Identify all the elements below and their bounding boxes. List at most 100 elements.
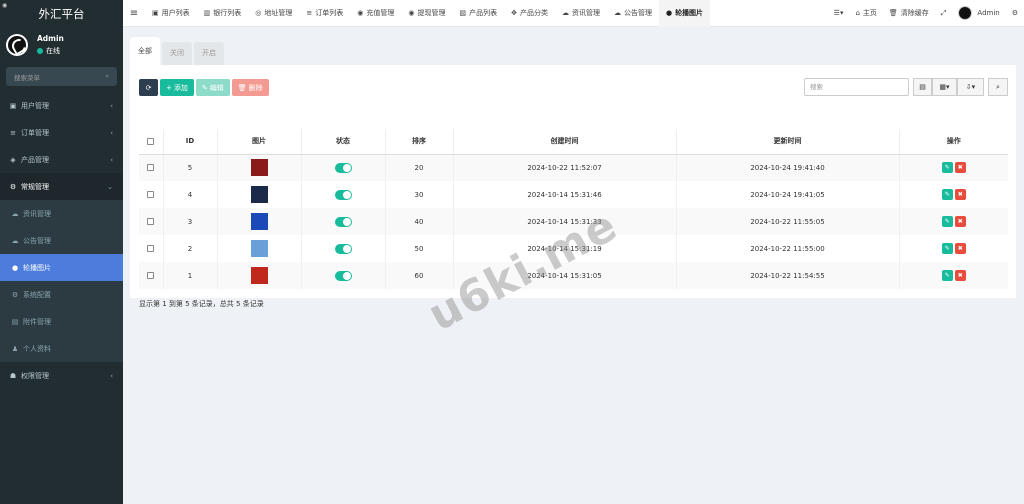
carousel-thumbnail[interactable]	[250, 159, 268, 177]
home-label: 主页	[862, 9, 877, 17]
sidebar-item-label: 常规管理	[21, 182, 49, 191]
row-edit-button[interactable]: ✎	[941, 243, 953, 254]
row-checkbox[interactable]	[147, 245, 155, 252]
menu-search-input[interactable]: 搜索菜单 ⌕	[6, 67, 117, 86]
tab-label: 地址管理	[264, 9, 293, 17]
sidebar-item-permissions[interactable]: ☗ 权限管理 ‹	[0, 362, 123, 389]
user-status-label: 在线	[46, 47, 60, 55]
refresh-button[interactable]: ⟳	[139, 79, 158, 96]
row-edit-button[interactable]: ✎	[941, 216, 953, 227]
sidebar-item-products[interactable]: ◈ 产品管理 ‹	[0, 146, 123, 173]
search-icon[interactable]: ⌕	[105, 72, 109, 81]
sidebar-item-config[interactable]: ⚙ 系统配置	[0, 281, 123, 308]
status-toggle[interactable]	[334, 243, 352, 254]
cell-created: 2024-10-14 15:31:46	[452, 181, 676, 208]
column-header-created[interactable]: 创建时间	[452, 129, 676, 155]
menu-search-placeholder: 搜索菜单	[14, 73, 40, 82]
row-select-cell	[139, 208, 163, 235]
add-label: 添加	[173, 83, 188, 92]
gears-icon: ⚙	[1011, 9, 1018, 17]
top-right-tools: ☰ ▾ ⌂ 主页 🗑 清除缓存 ⤢ Admin ⚙	[828, 0, 1024, 27]
status-toggle[interactable]	[334, 189, 352, 200]
column-header-updated[interactable]: 更新时间	[675, 129, 899, 155]
cell-status	[300, 235, 385, 262]
settings-button[interactable]: ⚙	[1006, 0, 1024, 27]
sidebar-item-users[interactable]: ▣ 用户管理 ‹	[0, 92, 123, 119]
row-delete-button[interactable]: ✖	[954, 216, 966, 227]
row-delete-button[interactable]: ✖	[954, 243, 966, 254]
tab-list-dropdown[interactable]: ☰ ▾	[828, 0, 850, 27]
tab-news[interactable]: ☁ 资讯管理	[555, 0, 607, 27]
add-button[interactable]: + 添加	[160, 79, 194, 96]
online-dot-icon	[37, 48, 43, 54]
column-header-id[interactable]: ID	[162, 129, 217, 155]
globe-icon: ◉	[2, 2, 8, 9]
tab-product-category[interactable]: ✥ 产品分类	[504, 0, 555, 27]
table-search-input[interactable]: 搜索	[804, 78, 909, 96]
select-all-checkbox[interactable]	[147, 137, 155, 145]
sidebar-item-notice[interactable]: ☁ 公告管理	[0, 227, 123, 254]
tab-label: 订单列表	[315, 9, 344, 17]
row-edit-button[interactable]: ✎	[941, 189, 953, 200]
filter-closed[interactable]: 关闭	[162, 42, 192, 65]
clear-cache-button[interactable]: 🗑 清除缓存	[883, 0, 935, 27]
brand[interactable]: ◉ 外汇平台	[0, 0, 123, 27]
cell-sort: 20	[384, 154, 453, 181]
tab-bank-list[interactable]: ▥ 银行列表	[197, 0, 249, 27]
status-toggle[interactable]	[334, 162, 352, 173]
export-dropdown[interactable]: ⇩ ▾	[957, 78, 984, 96]
clear-cache-label: 清除缓存	[900, 9, 929, 17]
carousel-thumbnail[interactable]	[250, 240, 268, 257]
sidebar-item-news[interactable]: ☁ 资讯管理	[0, 200, 123, 227]
status-toggle[interactable]	[334, 216, 352, 227]
row-delete-button[interactable]: ✖	[954, 189, 966, 200]
tab-carousel[interactable]: ● 轮播图片	[658, 0, 711, 27]
row-select-cell	[139, 235, 163, 262]
sidebar-item-profile[interactable]: ♟ 个人资料	[0, 335, 123, 362]
tab-label: 公告管理	[623, 9, 652, 17]
row-checkbox[interactable]	[147, 191, 155, 198]
carousel-thumbnail[interactable]	[250, 267, 268, 284]
home-link[interactable]: ⌂ 主页	[849, 0, 882, 27]
advanced-search-button[interactable]: ⌕	[988, 78, 1008, 96]
chevron-left-icon: ‹	[110, 101, 113, 110]
sidebar-item-orders[interactable]: ≡ 订单管理 ‹	[0, 119, 123, 146]
column-header-sort[interactable]: 排序	[384, 129, 453, 155]
fullscreen-button[interactable]: ⤢	[935, 0, 953, 27]
delete-button[interactable]: 🗑 删除	[231, 79, 269, 96]
tab-user-list[interactable]: ▣ 用户列表	[145, 0, 197, 27]
tab-recharge[interactable]: ◉ 充值管理	[350, 0, 401, 27]
row-edit-button[interactable]: ✎	[941, 270, 953, 281]
column-header-actions: 操作	[898, 129, 1008, 155]
table-row[interactable]: 5 20 2024-10-22 11:52:07 2024-10-24 19:41:4…	[139, 154, 1008, 181]
sidebar-item-carousel[interactable]: ● 轮播图片	[0, 254, 123, 281]
tab-notice[interactable]: ☁ 公告管理	[607, 0, 659, 27]
carousel-thumbnail[interactable]	[250, 213, 268, 230]
row-checkbox[interactable]	[147, 164, 155, 172]
row-delete-button[interactable]: ✖	[954, 270, 966, 281]
tab-product-list[interactable]: ▧ 产品列表	[452, 0, 504, 27]
row-checkbox[interactable]	[147, 272, 155, 279]
carousel-thumbnail[interactable]	[250, 186, 268, 203]
edit-label: 编辑	[209, 83, 224, 92]
edit-button[interactable]: ✎ 编辑	[195, 79, 230, 96]
pagination-info: 显示第 1 到第 5 条记录，总共 5 条记录	[139, 300, 264, 308]
admin-menu[interactable]: Admin	[952, 0, 1005, 27]
toggle-view-button[interactable]: ▤	[913, 78, 932, 96]
filter-all[interactable]: 全部	[130, 37, 160, 65]
columns-dropdown[interactable]: ▦ ▾	[932, 78, 957, 96]
row-edit-button[interactable]: ✎	[941, 162, 953, 174]
filter-open[interactable]: 开启	[194, 42, 224, 65]
menu-toggle-icon[interactable]: ≡	[123, 8, 145, 19]
tab-address[interactable]: ◎ 地址管理	[248, 0, 299, 27]
sidebar-item-attachment[interactable]: ▤ 附件管理	[0, 308, 123, 335]
tab-order-list[interactable]: ≡ 订单列表	[299, 0, 350, 27]
cell-sort: 30	[384, 181, 453, 208]
status-toggle[interactable]	[334, 270, 352, 281]
tab-withdraw[interactable]: ◉ 提现管理	[401, 0, 452, 27]
sidebar-item-general[interactable]: ⚙ 常规管理 ⌄	[0, 173, 123, 200]
table-row[interactable]: 4 30 2024-10-14 15:31:46 2024-10-24 19:41:0…	[139, 181, 1008, 208]
row-delete-button[interactable]: ✖	[954, 162, 966, 174]
row-checkbox[interactable]	[147, 218, 155, 225]
avatar	[958, 6, 973, 20]
